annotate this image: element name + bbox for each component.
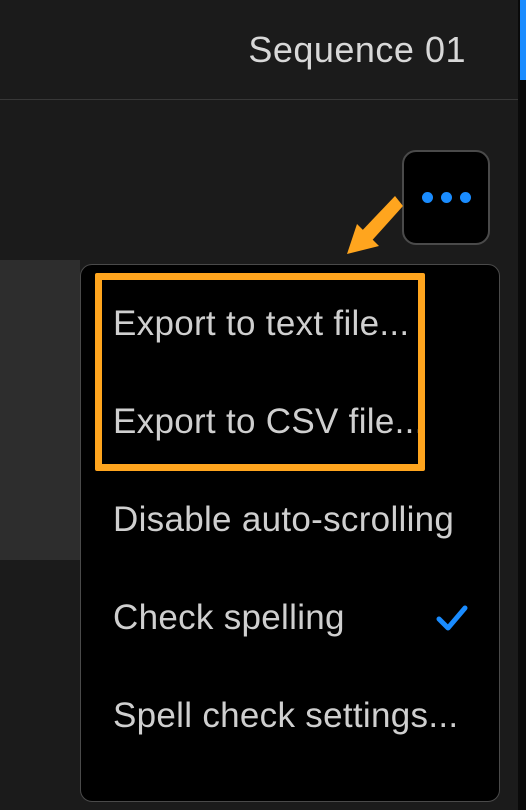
sequence-title: Sequence 01 bbox=[248, 29, 466, 71]
menu-item-export-text[interactable]: Export to text file... bbox=[81, 275, 499, 373]
menu-item-spellcheck-settings[interactable]: Spell check settings... bbox=[81, 667, 499, 765]
ellipsis-icon bbox=[422, 192, 471, 203]
menu-item-label: Check spelling bbox=[113, 598, 345, 638]
menu-item-check-spelling[interactable]: Check spelling bbox=[81, 569, 499, 667]
left-panel bbox=[0, 260, 80, 560]
menu-item-label: Export to CSV file... bbox=[113, 402, 425, 442]
menu-item-export-csv[interactable]: Export to CSV file... bbox=[81, 373, 499, 471]
header: Sequence 01 bbox=[0, 0, 526, 100]
more-options-button[interactable] bbox=[402, 150, 490, 245]
checkmark-icon bbox=[435, 601, 469, 635]
menu-item-label: Spell check settings... bbox=[113, 696, 458, 736]
annotation-arrow-icon bbox=[335, 190, 405, 262]
right-edge bbox=[518, 0, 526, 810]
menu-item-label: Export to text file... bbox=[113, 304, 409, 344]
menu-item-label: Disable auto-scrolling bbox=[113, 500, 454, 540]
options-menu: Export to text file... Export to CSV fil… bbox=[80, 264, 500, 802]
menu-item-disable-autoscroll[interactable]: Disable auto-scrolling bbox=[81, 471, 499, 569]
scroll-indicator bbox=[520, 0, 526, 80]
